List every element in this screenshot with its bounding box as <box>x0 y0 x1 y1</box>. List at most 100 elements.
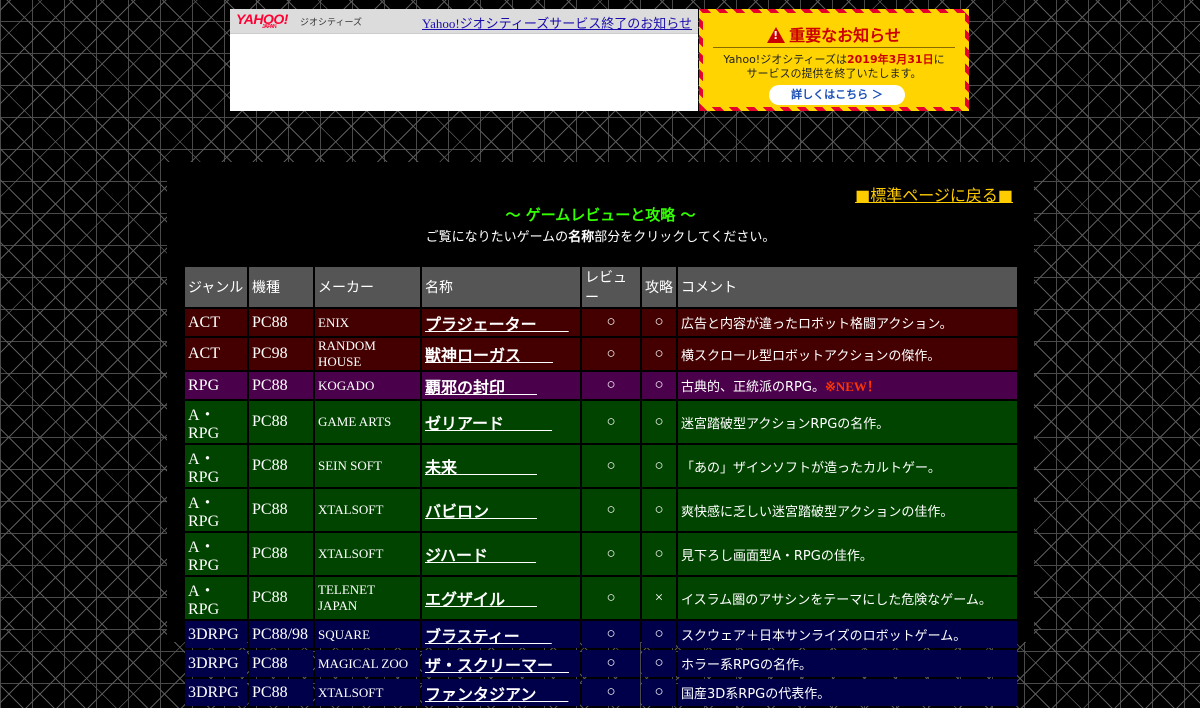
cell-name: プラジェーター <box>422 309 580 336</box>
game-name-link[interactable]: プラジェーター <box>425 315 569 334</box>
cell-review[interactable]: ○ <box>582 401 640 443</box>
cell-review[interactable]: ○ <box>582 309 640 336</box>
comment-text: 国産3D系RPGの代表作。 <box>681 687 831 702</box>
header-maker: メーカー <box>315 267 420 307</box>
cell-platform: PC88 <box>249 309 313 336</box>
game-name-link[interactable]: ゼリアード <box>425 414 552 433</box>
cell-comment: 「あの」ザインソフトが造ったカルトゲー。 <box>678 445 1017 487</box>
comment-text: 迷宮踏破型アクションRPGの名作。 <box>681 416 890 432</box>
cell-genre: RPG <box>185 372 247 399</box>
game-name-link[interactable]: エグザイル <box>425 590 537 609</box>
subtitle-suffix: 部分をクリックしてください。 <box>594 230 776 245</box>
cell-guide[interactable]: ○ <box>642 401 676 443</box>
back-to-standard-link[interactable]: ■標準ページに戻る■ <box>855 182 1013 206</box>
new-badge: ※NEW！ <box>824 379 880 394</box>
comment-text: イスラム圏のアサシンをテーマにした危険なゲーム。 <box>681 592 992 608</box>
cell-comment: 国産3D系RPGの代表作。 <box>678 679 1017 706</box>
cell-guide[interactable]: ○ <box>642 309 676 336</box>
cell-guide[interactable]: ○ <box>642 679 676 706</box>
game-name-link[interactable]: ブラスティー <box>425 627 552 646</box>
cell-platform: PC98 <box>249 338 313 370</box>
cell-review[interactable]: ○ <box>582 338 640 370</box>
cell-name: 覇邪の封印 <box>422 372 580 399</box>
header-genre: ジャンル <box>185 267 247 307</box>
cell-maker: MAGICAL ZOO <box>315 650 420 677</box>
game-name-link[interactable]: 未来 <box>425 458 537 477</box>
cell-maker: TELENET JAPAN <box>315 577 420 619</box>
cell-review[interactable]: ○ <box>582 679 640 706</box>
cell-name: ブラスティー <box>422 621 580 648</box>
table-row: A・RPG PC88 SEIN SOFT 未来 ○ ○ 「あの」ザインソフトが造ったカルト… <box>185 445 1017 487</box>
table-header-row: ジャンル 機種 メーカー 名称 レビュー 攻略 コメント <box>185 267 1017 307</box>
cell-platform: PC88 <box>249 401 313 443</box>
cell-genre: 3DRPG <box>185 679 247 706</box>
comment-text: スクウェア＋日本サンライズのロボットゲーム。 <box>681 629 967 644</box>
page-subtitle: ご覧になりたいゲームの名称部分をクリックしてください。 <box>167 226 1034 245</box>
cell-name: ファンタジアン <box>422 679 580 706</box>
warning-icon <box>767 27 786 43</box>
header-review: レビュー <box>582 267 640 307</box>
cell-guide[interactable]: ○ <box>642 489 676 531</box>
cell-comment: 見下ろし画面型A・RPGの佳作。 <box>678 533 1017 575</box>
game-name-link[interactable]: ジハード <box>425 546 536 565</box>
table-row: ACT PC98 RANDOM HOUSE 獣神ローガス ○ ○ 横スクロール型ロボットア… <box>185 338 1017 370</box>
cell-guide[interactable]: ○ <box>642 445 676 487</box>
yahoo-logo-sub: JAPAN <box>262 24 277 30</box>
cell-guide[interactable]: ○ <box>642 338 676 370</box>
notice-date: 2019年3月31日 <box>847 53 934 66</box>
cell-comment: ホラー系RPGの名作。 <box>678 650 1017 677</box>
cell-platform: PC88 <box>249 577 313 619</box>
cell-review[interactable]: ○ <box>582 577 640 619</box>
game-name-link[interactable]: 覇邪の封印 <box>425 378 537 397</box>
notice-text: Yahoo!ジオシティーズは2019年3月31日に サービスの提供を終了いたしま… <box>703 53 965 81</box>
comment-text: 見下ろし画面型A・RPGの佳作。 <box>681 548 873 564</box>
cell-review[interactable]: ○ <box>582 650 640 677</box>
cell-maker: ENIX <box>315 309 420 336</box>
yahoo-logo[interactable]: YAHOO! JAPAN <box>236 11 288 30</box>
cell-platform: PC88/98 <box>249 621 313 648</box>
game-name-link[interactable]: ファンタジアン <box>425 685 568 704</box>
comment-text: 爽快感に乏しい迷宮踏破型アクションの佳作。 <box>681 504 954 520</box>
important-notice-ad[interactable]: 重要なお知らせ Yahoo!ジオシティーズは2019年3月31日に サービスの提… <box>699 9 969 111</box>
cell-comment: 爽快感に乏しい迷宮踏破型アクションの佳作。 <box>678 489 1017 531</box>
game-name-link[interactable]: バビロン <box>425 502 537 521</box>
header-name: 名称 <box>422 267 580 307</box>
cell-guide[interactable]: × <box>642 577 676 619</box>
cell-platform: PC88 <box>249 372 313 399</box>
cell-genre: A・RPG <box>185 577 247 619</box>
cell-guide[interactable]: ○ <box>642 621 676 648</box>
subtitle-bold: 名称 <box>568 230 595 245</box>
table-row: RPG PC88 KOGADO 覇邪の封印 ○ ○ 古典的、正統派のRPG。※NEW！ <box>185 372 1017 399</box>
service-end-link[interactable]: Yahoo!ジオシティーズサービス終了のお知らせ <box>422 13 692 32</box>
cell-guide[interactable]: ○ <box>642 372 676 399</box>
cell-review[interactable]: ○ <box>582 621 640 648</box>
page-title: ～ ゲームレビューと攻略 ～ <box>505 206 696 224</box>
comment-text: ホラー系RPGの名作。 <box>681 658 812 673</box>
cell-guide[interactable]: ○ <box>642 533 676 575</box>
cell-review[interactable]: ○ <box>582 489 640 531</box>
geocities-banner: YAHOO! JAPAN ジオシティーズ Yahoo!ジオシティーズサービス終了の… <box>230 9 698 111</box>
game-name-link[interactable]: ザ・スクリーマー <box>425 656 569 675</box>
notice-line1-suffix: に <box>933 53 945 66</box>
game-name-link[interactable]: 獣神ローガス <box>425 346 553 365</box>
table-row: A・RPG PC88 GAME ARTS ゼリアード ○ ○ 迷宮踏破型アクションRPGの… <box>185 401 1017 443</box>
cell-maker: GAME ARTS <box>315 401 420 443</box>
cell-guide[interactable]: ○ <box>642 650 676 677</box>
table-row: ACT PC88 ENIX プラジェーター ○ ○ 広告と内容が違ったロボット格闘アクショ… <box>185 309 1017 336</box>
cell-comment: 迷宮踏破型アクションRPGの名作。 <box>678 401 1017 443</box>
main-content: ■標準ページに戻る■ ～ ゲームレビューと攻略 ～ ご覧になりたいゲームの名称部… <box>167 162 1034 706</box>
cell-genre: 3DRPG <box>185 621 247 648</box>
cell-maker: SEIN SOFT <box>315 445 420 487</box>
cell-platform: PC88 <box>249 533 313 575</box>
notice-line1-prefix: Yahoo!ジオシティーズは <box>723 53 847 66</box>
cell-maker: XTALSOFT <box>315 679 420 706</box>
cell-review[interactable]: ○ <box>582 372 640 399</box>
cell-maker: XTALSOFT <box>315 533 420 575</box>
details-button[interactable]: 詳しくはこちら ＞ <box>769 85 905 105</box>
cell-review[interactable]: ○ <box>582 445 640 487</box>
table-row: 3DRPG PC88/98 SQUARE ブラスティー ○ ○ スクウェア＋日本サンライズ… <box>185 621 1017 648</box>
cell-review[interactable]: ○ <box>582 533 640 575</box>
cell-genre: A・RPG <box>185 489 247 531</box>
geocities-label: ジオシティーズ <box>300 17 363 27</box>
comment-text: 広告と内容が違ったロボット格闘アクション。 <box>681 317 953 332</box>
